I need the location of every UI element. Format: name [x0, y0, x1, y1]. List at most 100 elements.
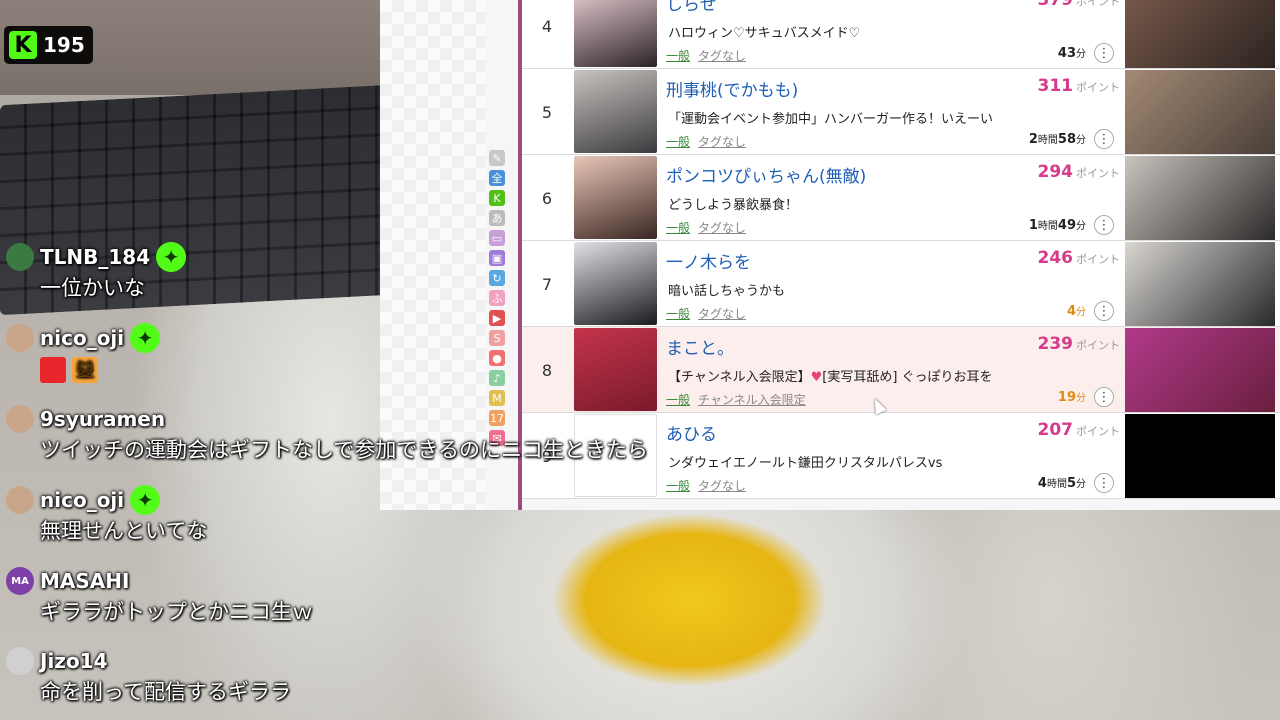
ranking-row[interactable]: 5 刑事桃(でかもも) 311 ポイント 「運動会イベント参加中」ハンバーガー作る！いえ… — [522, 69, 1280, 155]
category-link[interactable]: 一般 — [666, 307, 690, 321]
ranking-row[interactable]: 7 一ノ木らを 246 ポイント 暗い話しちゃうかも 一般 タグなし 4分 ⋮ — [522, 241, 1280, 327]
more-menu-icon[interactable]: ⋮ — [1094, 43, 1114, 63]
streamer-name-link[interactable]: しらせ — [666, 0, 717, 15]
streamer-thumbnail[interactable] — [574, 156, 657, 239]
streamer-thumbnail[interactable] — [574, 0, 657, 67]
chat-username[interactable]: nico_oji — [40, 326, 124, 350]
avatar[interactable] — [6, 486, 34, 514]
duration-minutes-unit: 分 — [1076, 479, 1086, 490]
avatar[interactable] — [6, 324, 34, 352]
points-number: 294 — [1037, 162, 1074, 182]
chat-message-header: Jizo14 — [6, 646, 291, 676]
circle-icon[interactable]: ● — [489, 350, 505, 366]
stream-meta: 一般 タグなし — [666, 477, 746, 494]
category-link[interactable]: 一般 — [666, 479, 690, 493]
refresh-icon[interactable]: ↻ — [489, 270, 505, 286]
streamer-name-link[interactable]: 一ノ木らを — [666, 248, 751, 273]
live-preview-thumbnail[interactable] — [1125, 0, 1275, 68]
youtube-icon[interactable]: ▶ — [489, 310, 505, 326]
all-icon[interactable]: 全 — [489, 170, 505, 186]
s-icon[interactable]: S — [489, 330, 505, 346]
tag-link[interactable]: チャンネル入会限定 — [698, 393, 806, 407]
streamer-name-link[interactable]: あひる — [666, 420, 717, 445]
category-link[interactable]: 一般 — [666, 221, 690, 235]
points-number: 246 — [1037, 248, 1074, 268]
app-icon[interactable]: あ — [489, 210, 505, 226]
stream-meta: 一般 タグなし — [666, 47, 746, 64]
stream-meta: 一般 タグなし — [666, 305, 746, 322]
chat-username[interactable]: 9syuramen — [40, 407, 165, 431]
streamer-thumbnail[interactable] — [574, 70, 657, 153]
chat-username[interactable]: nico_oji — [40, 488, 124, 512]
stream-title[interactable]: ンダウェイエノールト鎌田クリスタルパレスvs — [668, 452, 1120, 471]
tag-link[interactable]: タグなし — [698, 479, 746, 493]
tag-link[interactable]: タグなし — [698, 307, 746, 321]
rank-number: 5 — [541, 102, 553, 122]
duration-hours: 4 — [1037, 476, 1047, 491]
twitch-icon[interactable]: ▣ — [489, 250, 505, 266]
chat-username[interactable]: TLNB_184 — [40, 245, 150, 269]
stream-info: しらせ 379 ポイント ハロウィン♡サキュバスメイド♡ 一般 タグなし 43分 ⋮ — [666, 0, 1120, 69]
category-link[interactable]: 一般 — [666, 49, 690, 63]
stream-title-part: [実写耳舐め] ぐっぽりお耳を — [822, 370, 993, 385]
more-menu-icon[interactable]: ⋮ — [1094, 215, 1114, 235]
heart-icon: ♥ — [810, 370, 823, 385]
site-icon-column: ✎ 全 K あ ▭ ▣ ↻ ふ ▶ S ● ♪ M 17 ✉ — [486, 150, 508, 446]
stream-duration: 1時間49分 — [1029, 217, 1086, 233]
fu-icon[interactable]: ふ — [489, 290, 505, 306]
points-value: 294 ポイント — [1038, 162, 1121, 182]
stream-title-part: 【チャンネル入会限定】 — [668, 370, 811, 385]
tag-link[interactable]: タグなし — [698, 49, 746, 63]
stream-title[interactable]: ハロウィン♡サキュバスメイド♡ — [668, 22, 1120, 41]
tag-link[interactable]: タグなし — [698, 221, 746, 235]
streamer-name-link[interactable]: まこと。 — [666, 334, 734, 359]
bell-icon[interactable]: ♪ — [489, 370, 505, 386]
points-number: 311 — [1037, 76, 1074, 96]
more-menu-icon[interactable]: ⋮ — [1094, 301, 1114, 321]
red-square-emote — [40, 357, 66, 383]
category-link[interactable]: 一般 — [666, 135, 690, 149]
streamer-name-link[interactable]: 刑事桃(でかもも) — [666, 76, 798, 101]
stream-title[interactable]: 「運動会イベント参加中」ハンバーガー作る！いえーい — [668, 108, 1120, 127]
duration-hours-unit: 時間 — [1037, 221, 1058, 232]
live-preview-thumbnail[interactable] — [1125, 242, 1275, 326]
streamer-name-link[interactable]: ポンコツぴぃちゃん(無敵) — [666, 162, 866, 187]
duration-minutes: 19 — [1057, 390, 1076, 405]
points-unit: ポイント — [1076, 339, 1120, 352]
ranking-row[interactable]: 4 しらせ 379 ポイント ハロウィン♡サキュバスメイド♡ 一般 タグなし 43分 ⋮ — [522, 0, 1280, 69]
avatar[interactable] — [6, 405, 34, 433]
chat-username[interactable]: Jizo14 — [40, 649, 108, 673]
live-preview-thumbnail[interactable] — [1125, 70, 1275, 154]
chat-message-text: ギララがトップとかニコ生ｗ — [40, 600, 313, 624]
kick-icon[interactable]: K — [489, 190, 505, 206]
stream-info: 刑事桃(でかもも) 311 ポイント 「運動会イベント参加中」ハンバーガー作る！いえー… — [666, 69, 1120, 155]
live-preview-thumbnail[interactable] — [1125, 328, 1275, 412]
more-menu-icon[interactable]: ⋮ — [1094, 129, 1114, 149]
chat-message-text: 命を削って配信するギララ — [40, 680, 291, 704]
tv-icon[interactable]: ▭ — [489, 230, 505, 246]
category-link[interactable]: 一般 — [666, 393, 690, 407]
live-preview-thumbnail[interactable] — [1125, 156, 1275, 240]
ranking-row[interactable]: 8 まこと。 239 ポイント 【チャンネル入会限定】♥[実写耳舐め] ぐっぽりお耳を一… — [522, 327, 1280, 413]
more-menu-icon[interactable]: ⋮ — [1094, 387, 1114, 407]
stream-title[interactable]: どうしよう暴飲暴食！ — [668, 194, 1120, 213]
edit-icon[interactable]: ✎ — [489, 150, 505, 166]
avatar[interactable] — [6, 647, 34, 675]
subscriber-badge-icon: ✦ — [156, 242, 187, 272]
stream-info: まこと。 239 ポイント 【チャンネル入会限定】♥[実写耳舐め] ぐっぽりお耳を 一般… — [666, 327, 1120, 413]
more-menu-icon[interactable]: ⋮ — [1094, 473, 1114, 493]
points-unit: ポイント — [1076, 253, 1120, 266]
chat-message-text: 無理せんといてな — [40, 519, 208, 543]
chat-username[interactable]: MASAHI — [40, 569, 129, 593]
avatar[interactable] — [6, 243, 34, 271]
streamer-thumbnail[interactable] — [574, 328, 657, 411]
stream-meta: 一般 タグなし — [666, 219, 746, 236]
chat-message: MA MASAHI ギララがトップとかニコ生ｗ — [6, 566, 313, 628]
live-preview-thumbnail[interactable] — [1125, 414, 1275, 498]
stream-title[interactable]: 【チャンネル入会限定】♥[実写耳舐め] ぐっぽりお耳を — [668, 366, 1120, 385]
avatar[interactable]: MA — [6, 567, 34, 595]
tag-link[interactable]: タグなし — [698, 135, 746, 149]
stream-title[interactable]: 暗い話しちゃうかも — [668, 280, 1120, 299]
streamer-thumbnail[interactable] — [574, 242, 657, 325]
ranking-row[interactable]: 6 ポンコツぴぃちゃん(無敵) 294 ポイント どうしよう暴飲暴食！ 一般 タグなし 1時間… — [522, 155, 1280, 241]
